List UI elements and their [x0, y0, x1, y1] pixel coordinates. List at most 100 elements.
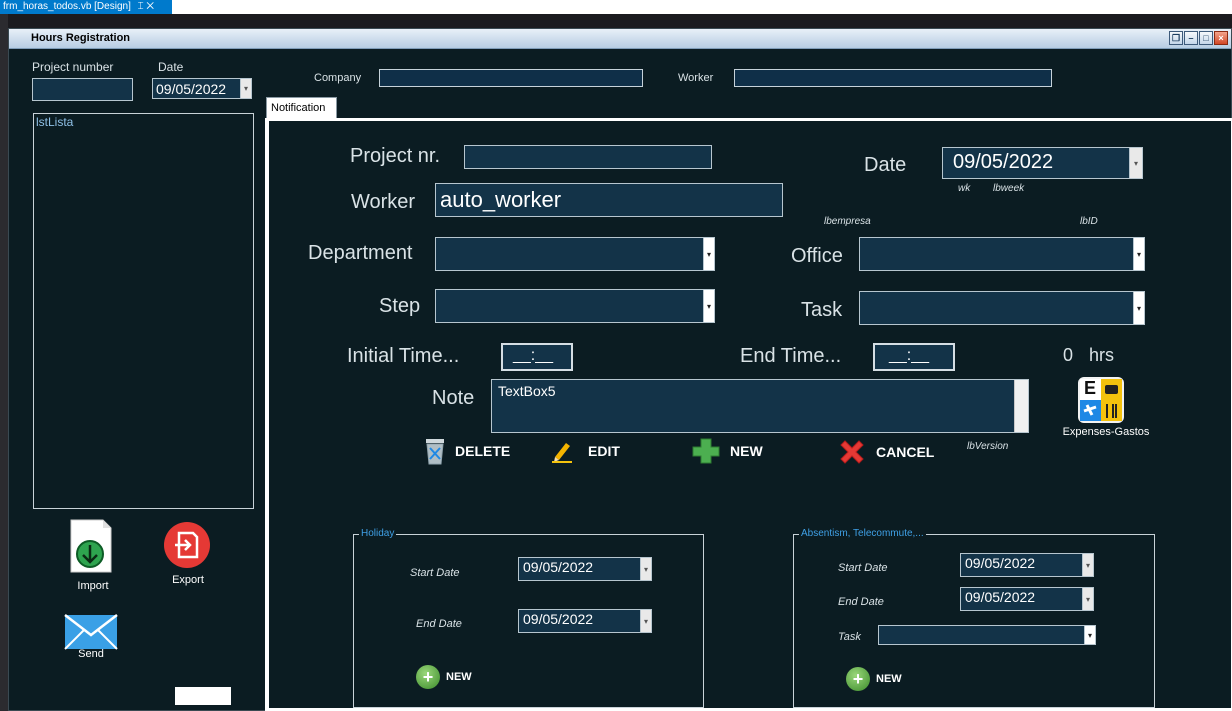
task-dropdown[interactable]: ▾ [859, 291, 1145, 325]
holiday-end-label: End Date [416, 618, 462, 630]
note-value: TextBox5 [498, 383, 556, 399]
window-buttons: ❐ – □ × [1169, 31, 1228, 45]
absentism-task-label: Task [838, 631, 861, 643]
absentism-new-button[interactable]: + NEW [846, 667, 902, 691]
cancel-label: CANCEL [876, 444, 935, 460]
end-time-value: __:__ [889, 347, 930, 364]
form-titlebar: Hours Registration ❐ – □ × [9, 29, 1231, 49]
notification-worker-label: Worker [351, 191, 416, 213]
export-button[interactable] [163, 521, 213, 571]
step-label: Step [379, 295, 421, 317]
holiday-end-value: 09/05/2022 [523, 611, 594, 627]
absentism-title: Absentism, Telecommute,... [799, 528, 926, 539]
import-button[interactable] [69, 518, 117, 576]
close-icon[interactable]: ✕ [146, 1, 154, 12]
project-number-label: Project number [32, 60, 114, 74]
chevron-down-icon[interactable]: ▾ [1129, 148, 1142, 178]
new-button[interactable]: NEW [691, 437, 763, 465]
project-number-input[interactable] [32, 78, 133, 101]
department-dropdown[interactable]: ▾ [435, 237, 715, 271]
restore-icon[interactable]: ❐ [1169, 31, 1183, 45]
lbid-label: lbID [1080, 216, 1098, 227]
initial-time-value: __:__ [513, 347, 554, 364]
chevron-down-icon[interactable]: ▾ [640, 558, 651, 580]
cancel-x-icon [840, 440, 864, 464]
delete-button[interactable]: DELETE [424, 437, 510, 465]
header-date-picker[interactable]: 09/05/2022 ▾ [152, 78, 252, 99]
plus-circle-icon: + [846, 667, 870, 691]
worker-field[interactable] [734, 69, 1052, 87]
chevron-down-icon[interactable]: ▾ [1133, 238, 1144, 270]
wk-label: wk [958, 183, 971, 194]
chevron-down-icon[interactable]: ▾ [703, 238, 714, 270]
cancel-button[interactable]: CANCEL [837, 437, 934, 467]
end-time-label: End Time... [740, 345, 842, 367]
tab-notification[interactable]: Notification [266, 97, 337, 118]
trash-icon [426, 439, 444, 465]
header-date-label: Date [158, 60, 184, 74]
pin-icon[interactable]: ⌶ [138, 1, 144, 12]
absentism-end-picker[interactable]: 09/05/2022 ▾ [960, 587, 1094, 611]
note-scrollbar[interactable] [1014, 380, 1028, 432]
company-label: Company [314, 72, 362, 84]
worker-label: Worker [678, 72, 714, 84]
chevron-down-icon[interactable]: ▾ [1082, 588, 1093, 610]
designer-tab-title: frm_horas_todos.vb [Design] [3, 1, 131, 12]
project-list[interactable]: lstLista [33, 113, 254, 509]
minimize-icon[interactable]: – [1184, 31, 1198, 45]
lbweek-label: lbweek [993, 183, 1025, 194]
chevron-down-icon[interactable]: ▾ [1133, 292, 1144, 324]
chevron-down-icon[interactable]: ▾ [703, 290, 714, 322]
chevron-down-icon[interactable]: ▾ [1084, 626, 1095, 644]
hours-registration-form: Hours Registration ❐ – □ × Project numbe… [8, 28, 1232, 711]
note-textbox[interactable]: TextBox5 [491, 379, 1029, 433]
absentism-group: Absentism, Telecommute,... Start Date 09… [793, 528, 1155, 708]
lbversion-label: lbVersion [967, 441, 1009, 452]
initial-time-label: Initial Time... [347, 345, 460, 367]
ide-left-border [0, 14, 8, 711]
notification-date-picker[interactable]: 09/05/2022 ▾ [942, 147, 1143, 179]
project-nr-label: Project nr. [350, 145, 441, 167]
pencil-icon [552, 443, 572, 463]
task-label: Task [801, 299, 843, 321]
step-dropdown[interactable]: ▾ [435, 289, 715, 323]
hours-value: 0 [1063, 345, 1074, 365]
form-title: Hours Registration [31, 32, 131, 44]
office-dropdown[interactable]: ▾ [859, 237, 1145, 271]
designer-tab[interactable]: frm_horas_todos.vb [Design] ⌶ ✕ [0, 0, 172, 14]
holiday-title: Holiday [359, 528, 397, 539]
notification-date-value: 09/05/2022 [953, 151, 1054, 173]
close-window-icon[interactable]: × [1214, 31, 1228, 45]
chevron-down-icon[interactable]: ▾ [240, 79, 251, 98]
expenses-icon-letter: E [1084, 378, 1097, 398]
chevron-down-icon[interactable]: ▾ [1082, 554, 1093, 576]
new-label: NEW [730, 443, 763, 459]
absentism-end-value: 09/05/2022 [965, 589, 1036, 605]
expenses-label: Expenses-Gastos [1062, 426, 1150, 438]
absentism-task-dropdown[interactable]: ▾ [878, 625, 1096, 645]
lbempresa-label: lbempresa [824, 216, 871, 227]
delete-label: DELETE [455, 443, 511, 459]
holiday-end-picker[interactable]: 09/05/2022 ▾ [518, 609, 652, 633]
import-icon [70, 519, 112, 573]
project-nr-input[interactable] [464, 145, 712, 169]
initial-time-input[interactable]: __:__ [501, 343, 573, 371]
holiday-new-button[interactable]: + NEW [416, 665, 472, 689]
edit-label: EDIT [588, 443, 620, 459]
expenses-button[interactable]: E [1078, 377, 1124, 423]
export-label: Export [172, 574, 204, 586]
edit-button[interactable]: EDIT [551, 439, 620, 463]
maximize-icon[interactable]: □ [1199, 31, 1213, 45]
list-label: lstLista [36, 115, 74, 129]
chevron-down-icon[interactable]: ▾ [640, 610, 651, 632]
absentism-start-picker[interactable]: 09/05/2022 ▾ [960, 553, 1094, 577]
company-field[interactable] [379, 69, 643, 87]
small-white-panel [175, 687, 231, 705]
office-label: Office [791, 245, 843, 267]
end-time-input[interactable]: __:__ [873, 343, 955, 371]
notification-worker-input[interactable]: auto_worker [435, 183, 783, 217]
absentism-start-value: 09/05/2022 [965, 555, 1036, 571]
send-button[interactable] [64, 614, 118, 650]
envelope-icon [64, 614, 118, 650]
holiday-start-picker[interactable]: 09/05/2022 ▾ [518, 557, 652, 581]
